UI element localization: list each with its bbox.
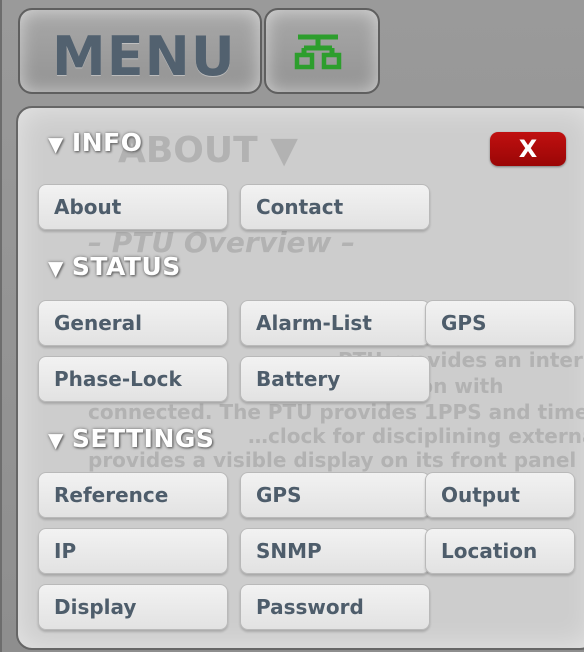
- section-header-status[interactable]: ▼ STATUS: [48, 252, 181, 281]
- section-label-status: STATUS: [71, 252, 181, 281]
- triangle-down-icon: ▼: [48, 256, 64, 280]
- network-tab[interactable]: [264, 8, 380, 94]
- about-button[interactable]: About: [38, 184, 228, 230]
- password-button[interactable]: Password: [240, 584, 430, 630]
- background-page-title: ABOUT ▼: [118, 130, 298, 171]
- close-button[interactable]: X: [490, 132, 566, 166]
- output-button[interactable]: Output: [425, 472, 575, 518]
- menu-tab[interactable]: MENU: [18, 8, 262, 94]
- display-button[interactable]: Display: [38, 584, 228, 630]
- background-text-line: connected. The PTU provides 1PPS and tim…: [88, 400, 584, 424]
- section-header-settings[interactable]: ▼ SETTINGS: [48, 424, 214, 453]
- section-label-info: INFO: [71, 128, 143, 157]
- status-gps-button[interactable]: GPS: [425, 300, 575, 346]
- section-header-info[interactable]: ▼ INFO: [48, 128, 142, 157]
- settings-gps-button[interactable]: GPS: [240, 472, 430, 518]
- section-label-settings: SETTINGS: [71, 424, 215, 453]
- menu-panel: ABOUT ▼ – PTU Overview – …PTU provides a…: [16, 106, 584, 650]
- triangle-down-icon: ▼: [48, 132, 64, 156]
- snmp-button[interactable]: SNMP: [240, 528, 430, 574]
- window-frame: MENU ABOUT ▼ – PTU Overview – …PTU provi…: [0, 0, 584, 652]
- general-button[interactable]: General: [38, 300, 228, 346]
- network-topology-icon: [294, 34, 342, 75]
- alarm-list-button[interactable]: Alarm-List: [240, 300, 430, 346]
- triangle-down-icon: ▼: [48, 428, 64, 452]
- phase-lock-button[interactable]: Phase-Lock: [38, 356, 228, 402]
- location-button[interactable]: Location: [425, 528, 575, 574]
- ip-button[interactable]: IP: [38, 528, 228, 574]
- menu-label: MENU: [52, 25, 236, 88]
- battery-button[interactable]: Battery: [240, 356, 430, 402]
- contact-button[interactable]: Contact: [240, 184, 430, 230]
- background-text-line: …clock for disciplining external: [248, 424, 584, 448]
- reference-button[interactable]: Reference: [38, 472, 228, 518]
